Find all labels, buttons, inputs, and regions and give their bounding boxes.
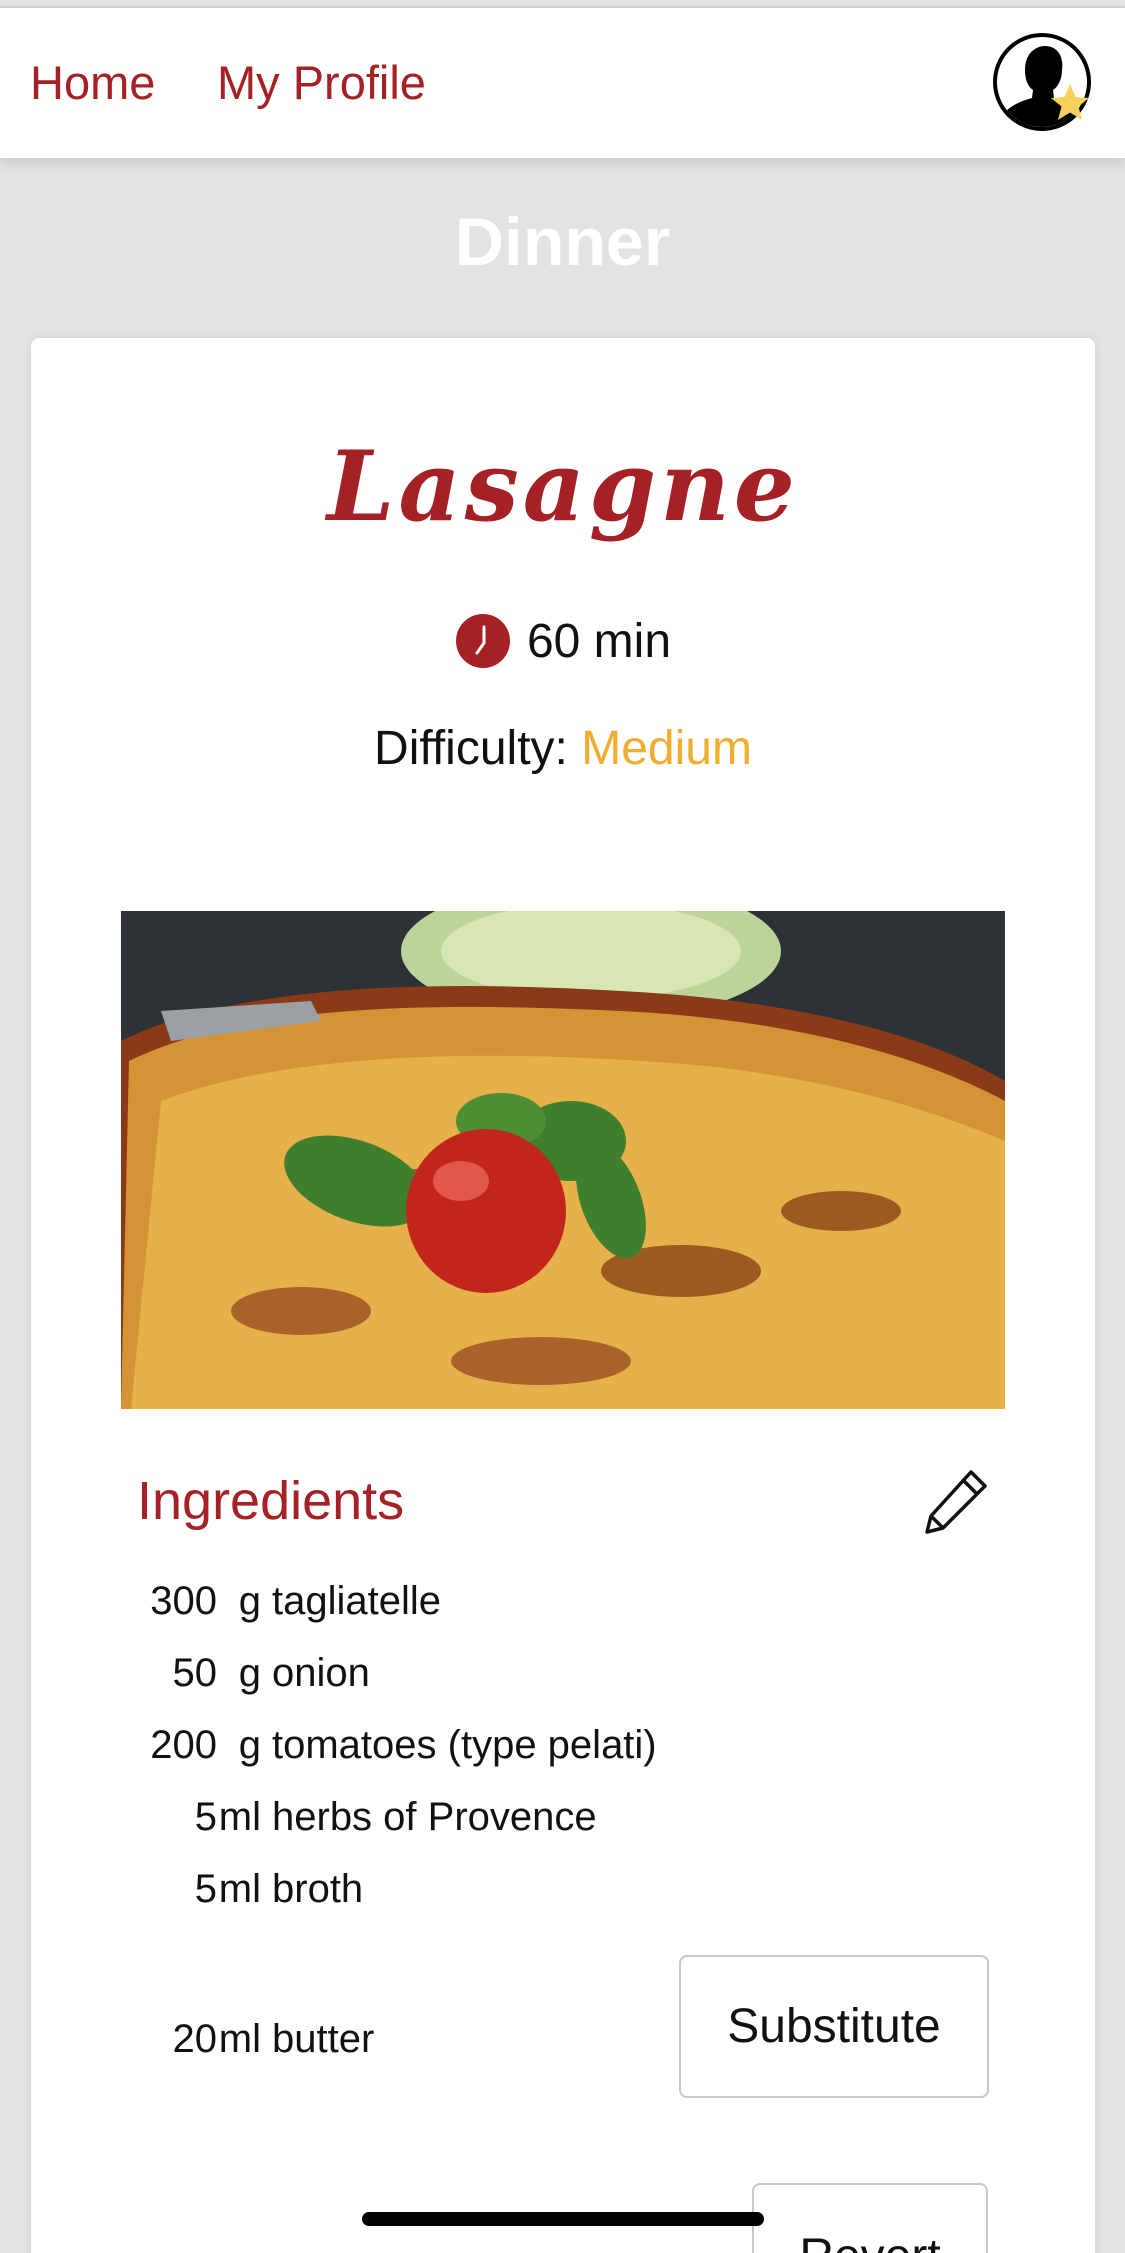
ingredient-name: tagliatelle	[272, 1579, 442, 1623]
difficulty-label: Difficulty:	[374, 722, 568, 775]
ingredient-name: tomatoes (type pelati)	[272, 1723, 657, 1767]
nav-my-profile-link[interactable]: My Profile	[217, 55, 426, 110]
substitute-button[interactable]: Substitute	[679, 1955, 989, 2098]
nav-home-link[interactable]: Home	[30, 55, 155, 110]
ingredient-unit: g	[238, 1579, 261, 1623]
revert-button[interactable]: Revert	[752, 2183, 988, 2253]
clock-icon	[455, 613, 511, 669]
ingredient-name: butter	[272, 2017, 375, 2061]
difficulty-value: Medium	[581, 722, 752, 775]
recipe-time-value: 60 min	[526, 614, 672, 668]
ingredient-unit: ml	[218, 1867, 261, 1911]
pencil-icon[interactable]	[919, 1466, 991, 1538]
ingredient-unit: g	[238, 1651, 261, 1695]
ingredient-unit: g	[238, 1723, 261, 1767]
recipe-time: 60 min	[31, 613, 1095, 669]
user-avatar-with-star-icon[interactable]	[992, 32, 1096, 136]
status-bar-edge	[0, 0, 1125, 8]
ingredient-name: broth	[272, 1867, 364, 1911]
ingredient-unit: ml	[218, 1795, 261, 1839]
ingredient-name: herbs of Provence	[272, 1795, 597, 1839]
ingredient-name: onion	[272, 1651, 370, 1695]
recipe-card: Lasagne 60 min Difficulty: Medium Ingred…	[31, 338, 1095, 2253]
top-navbar: Home My Profile	[0, 8, 1125, 158]
ingredients-heading: Ingredients	[137, 1471, 405, 1531]
recipe-title: Lasagne	[327, 430, 799, 543]
home-indicator	[362, 2212, 764, 2226]
recipe-difficulty: Difficulty: Medium	[31, 721, 1095, 776]
category-heading: Dinner	[454, 204, 671, 280]
recipe-photo	[121, 911, 1005, 1409]
ingredient-unit: ml	[218, 2017, 261, 2061]
